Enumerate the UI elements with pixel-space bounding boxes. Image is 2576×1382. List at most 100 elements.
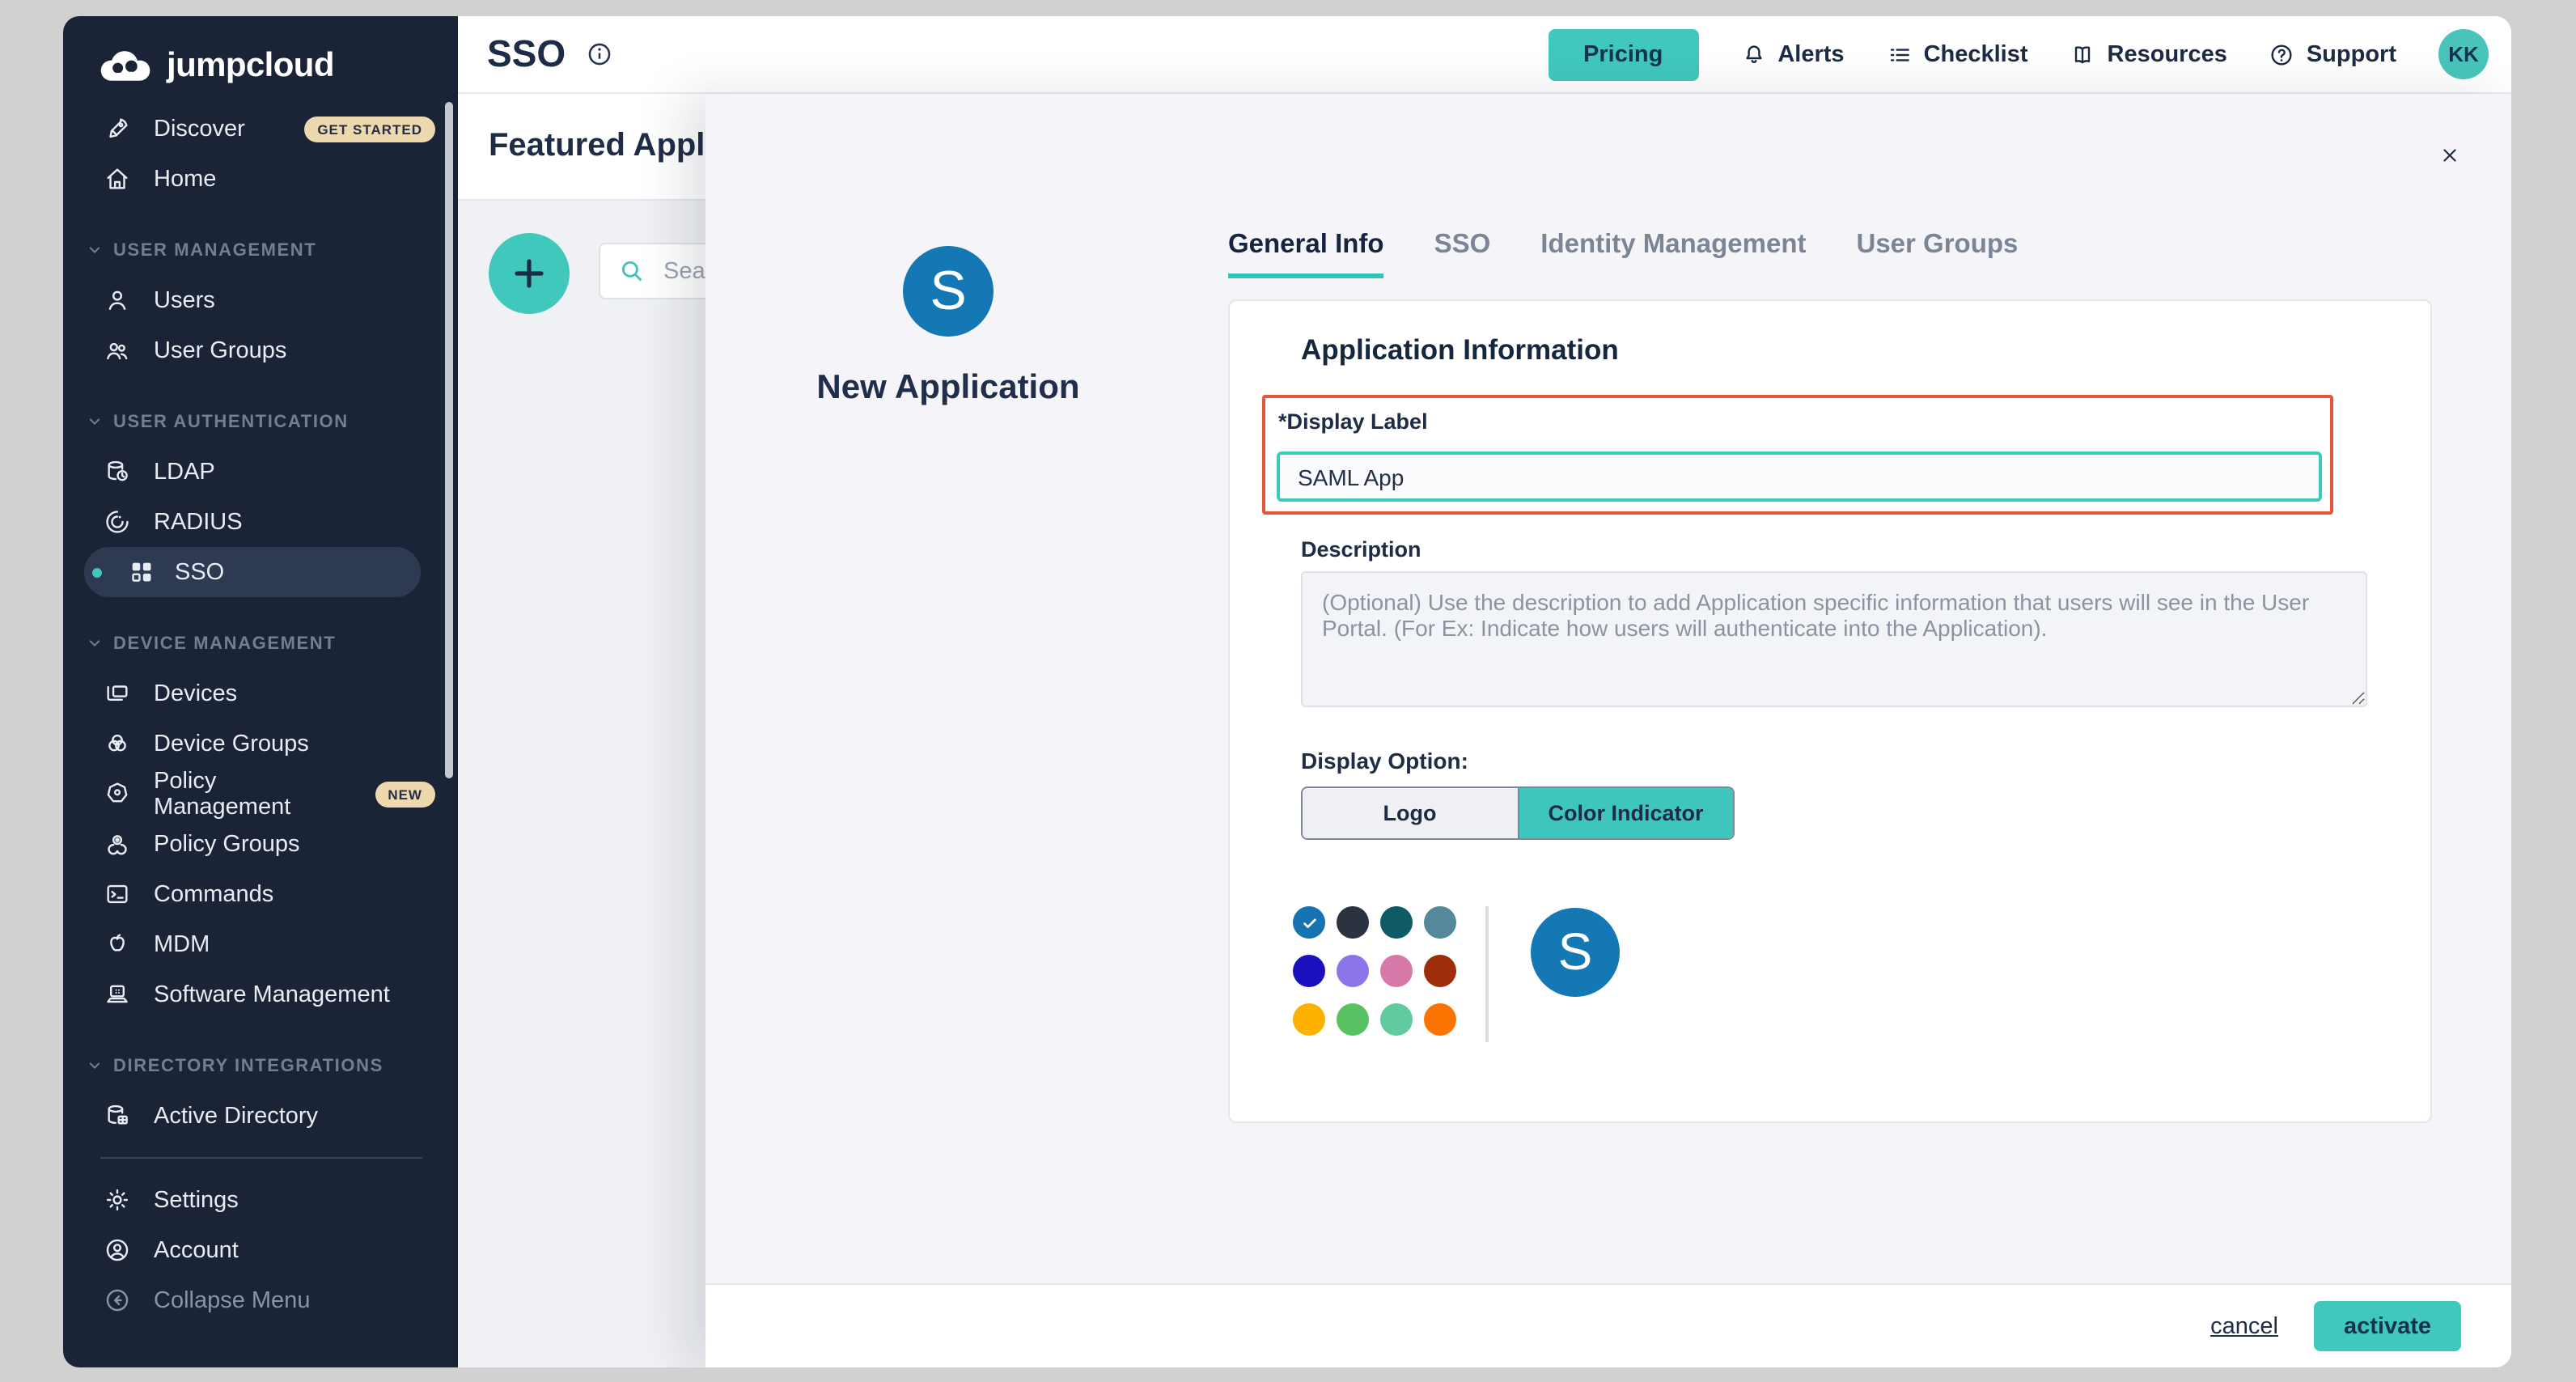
sidebar-item-radius[interactable]: RADIUS <box>63 497 458 547</box>
user-icon <box>104 286 131 314</box>
user-avatar[interactable]: KK <box>2438 29 2489 79</box>
sidebar-item-sso[interactable]: SSO <box>84 547 421 597</box>
policy-icon <box>104 780 131 808</box>
color-swatch-5[interactable] <box>1293 955 1325 987</box>
topnav-alerts[interactable]: Alerts <box>1740 41 1844 67</box>
database-windows-icon <box>104 1102 131 1130</box>
close-icon[interactable] <box>2430 136 2469 175</box>
color-swatch-9[interactable] <box>1293 1003 1325 1036</box>
sidebar-item-collapse-menu[interactable]: Collapse Menu <box>63 1275 458 1325</box>
sidebar-item-software-management[interactable]: Software Management <box>63 969 458 1020</box>
cancel-button[interactable]: cancel <box>2210 1313 2278 1339</box>
activate-button[interactable]: activate <box>2314 1301 2461 1351</box>
topnav-label: Resources <box>2108 41 2227 67</box>
modal-footer: cancel activate <box>705 1283 2511 1367</box>
sidebar-item-discover[interactable]: DiscoverGET STARTED <box>63 104 458 154</box>
sidebar-item-label: Commands <box>154 881 273 907</box>
color-swatch-11[interactable] <box>1380 1003 1413 1036</box>
sidebar-item-user-groups[interactable]: User Groups <box>63 325 458 375</box>
top-right-nav: Pricing AlertsChecklistResourcesSupport … <box>1548 28 2489 80</box>
sidebar-section-header[interactable]: DEVICE MANAGEMENT <box>63 618 458 668</box>
bell-icon <box>1740 41 1766 67</box>
database-clock-icon <box>104 458 131 485</box>
sidebar-section-title: DIRECTORY INTEGRATIONS <box>113 1056 383 1075</box>
laptop-grid-icon <box>104 981 131 1008</box>
sidebar-section-header[interactable]: USER AUTHENTICATION <box>63 396 458 447</box>
sidebar-scrollbar[interactable] <box>445 102 453 778</box>
sidebar-item-ldap[interactable]: LDAP <box>63 447 458 497</box>
sidebar-item-active-directory[interactable]: Active Directory <box>63 1091 458 1141</box>
tab-sso[interactable]: SSO <box>1434 230 1491 278</box>
chevron-down-icon <box>87 636 102 651</box>
topnav-label: Support <box>2307 41 2396 67</box>
main-area: SSO Pricing Alerts Checklist Resources Supp… <box>458 16 2511 1367</box>
sidebar-item-mdm[interactable]: MDM <box>63 919 458 969</box>
checklist-icon <box>1887 41 1913 67</box>
sidebar-item-users[interactable]: Users <box>63 275 458 325</box>
color-swatch-10[interactable] <box>1337 1003 1369 1036</box>
sidebar: jumpcloud DiscoverGET STARTED Home USER MA… <box>63 16 458 1367</box>
add-application-button[interactable] <box>489 233 570 314</box>
grid-icon <box>128 558 155 586</box>
application-information-card: Application Information *Display Label D… <box>1228 299 2432 1123</box>
apple-icon <box>104 931 131 958</box>
sidebar-item-label: Collapse Menu <box>154 1287 310 1313</box>
app-window: jumpcloud DiscoverGET STARTED Home USER MA… <box>63 16 2511 1367</box>
color-swatch-1-selected[interactable] <box>1293 906 1325 939</box>
description-textarea[interactable] <box>1301 571 2367 707</box>
tab-identity-management[interactable]: Identity Management <box>1540 230 1806 278</box>
sidebar-item-label: Home <box>154 166 216 192</box>
new-application-panel: S New Application General InfoSSOIdentit… <box>705 94 2511 1367</box>
color-swatch-4[interactable] <box>1424 906 1456 939</box>
topnav-support[interactable]: Support <box>2269 41 2396 67</box>
display-option-color-indicator[interactable]: Color Indicator <box>1517 788 1733 838</box>
topnav-resources[interactable]: Resources <box>2070 41 2227 67</box>
topnav-label: Alerts <box>1777 41 1844 67</box>
pricing-button[interactable]: Pricing <box>1548 28 1698 80</box>
sidebar-section-header[interactable]: USER MANAGEMENT <box>63 225 458 275</box>
collapse-icon <box>104 1287 131 1314</box>
sidebar-item-label: Active Directory <box>154 1103 318 1129</box>
color-swatch-7[interactable] <box>1380 955 1413 987</box>
policy-groups-icon <box>104 830 131 858</box>
topnav-checklist[interactable]: Checklist <box>1887 41 2028 67</box>
modal-tabs: General Info SSO Identity Management User G… <box>1228 230 2018 278</box>
color-swatch-6[interactable] <box>1337 955 1369 987</box>
sidebar-section-title: USER AUTHENTICATION <box>113 412 349 431</box>
sidebar-item-label: Discover <box>154 116 245 142</box>
sidebar-item-label: MDM <box>154 931 210 957</box>
question-icon <box>2269 41 2295 67</box>
plus-icon <box>510 254 549 293</box>
sidebar-section-header[interactable]: DIRECTORY INTEGRATIONS <box>63 1041 458 1091</box>
color-swatch-2[interactable] <box>1337 906 1369 939</box>
sidebar-item-label: Settings <box>154 1187 239 1213</box>
display-label-highlight-box: *Display Label <box>1262 395 2333 515</box>
tab-general-info[interactable]: General Info <box>1228 230 1384 278</box>
info-icon[interactable] <box>585 40 612 68</box>
terminal-icon <box>104 880 131 908</box>
card-title: Application Information <box>1301 333 1619 367</box>
page-title: SSO <box>487 32 566 76</box>
sidebar-item-account[interactable]: Account <box>63 1225 458 1275</box>
sidebar-item-label: User Groups <box>154 337 286 363</box>
sidebar-item-badge: NEW <box>375 781 435 807</box>
sidebar-item-label: Policy Groups <box>154 831 300 857</box>
sidebar-item-settings[interactable]: Settings <box>63 1175 458 1225</box>
sidebar-section-title: USER MANAGEMENT <box>113 240 316 260</box>
sidebar-item-policy-groups[interactable]: Policy Groups <box>63 819 458 869</box>
color-swatch-12[interactable] <box>1424 1003 1456 1036</box>
display-option-logo[interactable]: Logo <box>1303 788 1517 838</box>
sidebar-item-devices[interactable]: Devices <box>63 668 458 719</box>
sidebar-item-commands[interactable]: Commands <box>63 869 458 919</box>
sidebar-item-home[interactable]: Home <box>63 154 458 204</box>
tab-user-groups[interactable]: User Groups <box>1857 230 2019 278</box>
display-label-input[interactable] <box>1277 451 2322 502</box>
sidebar-item-device-groups[interactable]: Device Groups <box>63 719 458 769</box>
color-swatch-8[interactable] <box>1424 955 1456 987</box>
sidebar-item-label: LDAP <box>154 459 215 485</box>
jumpcloud-logo[interactable]: jumpcloud <box>63 16 458 104</box>
sidebar-item-policy-management[interactable]: Policy ManagementNEW <box>63 769 458 819</box>
swatch-preview-divider <box>1485 906 1489 1042</box>
users-icon <box>104 337 131 364</box>
color-swatch-3[interactable] <box>1380 906 1413 939</box>
